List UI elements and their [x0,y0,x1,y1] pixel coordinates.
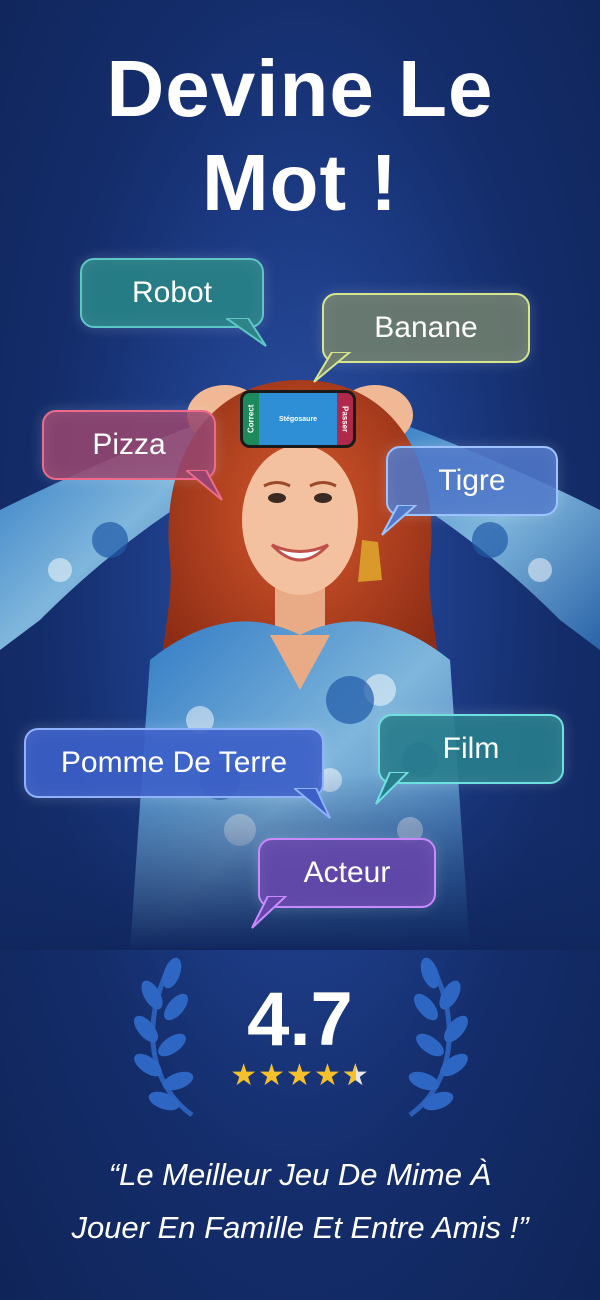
half-star-icon: ★ ★ [341,1059,370,1092]
star-icon: ★ [258,1059,287,1092]
star-rating: ★★★★★ ★ [0,1058,600,1093]
testimonial-quote: “Le Meilleur Jeu De Mime À Jouer En Fami… [0,1148,600,1254]
bubble-banane-label: Banane [374,311,478,344]
headline: Devine Le Mot ! [0,42,600,230]
phone-card: Correct Stégosaure Passer [240,390,356,448]
bubble-banane-tail [313,352,352,383]
app-store-screenshot: Devine Le Mot ! Correct Stégosaure Passe… [0,0,600,1300]
bubble-tigre-tail [381,505,418,536]
quote-line2: Jouer En Famille Et Entre Amis !” [71,1210,529,1245]
bubble-banane: Banane [322,293,530,363]
bubble-pomme-label: Pomme De Terre [60,746,288,779]
bubble-robot-label: Robot [131,276,213,309]
phone-word: Stégosaure [259,393,337,445]
bubble-pizza-label: Pizza [92,428,166,461]
rating-value: 4.7 [247,977,353,1062]
bubble-pomme-tail [294,788,331,819]
star-icon: ★ [230,1059,259,1092]
star-icon: ★ [313,1059,342,1092]
bubble-pomme-de-terre: Pomme De Terre [24,728,324,798]
bubble-tigre-label: Tigre [438,464,506,497]
bubble-robot-tail [226,318,267,347]
bubble-film-label: Film [442,732,500,765]
bubble-pizza-tail [186,470,223,501]
phone-passer-label: Passer [337,393,353,445]
bubble-acteur-tail [251,896,288,929]
headline-line1: Devine Le [106,44,494,133]
phone-correct-label: Correct [243,393,259,445]
bubble-acteur-label: Acteur [303,856,391,889]
bubble-film-tail [375,772,410,805]
headline-line2: Mot ! [201,138,398,227]
quote-line1: “Le Meilleur Jeu De Mime À [108,1157,492,1192]
star-icon: ★ [286,1059,314,1092]
